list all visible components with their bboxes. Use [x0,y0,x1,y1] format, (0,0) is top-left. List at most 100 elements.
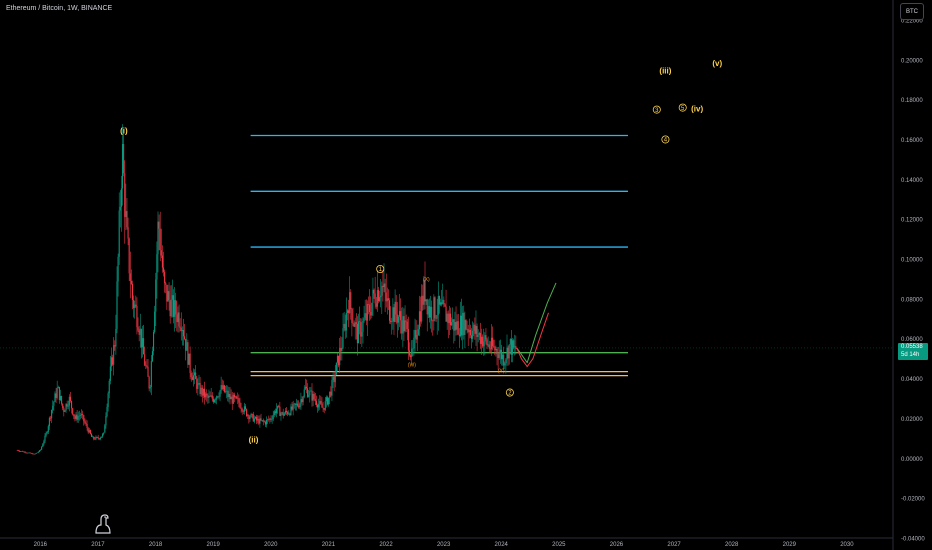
candle-body [238,398,240,403]
candle-body [284,410,286,414]
subwave-label: (W) [408,363,416,369]
last-price-tag: 0.05538 5d 14h [898,343,928,360]
candle-body [329,391,331,398]
candle-body [72,408,74,415]
candle-body [381,285,383,296]
y-tick-label: 0.04000 [901,377,923,383]
candle-body [188,353,190,365]
candle-body [320,400,322,404]
candle-body [403,316,405,332]
candle-body [324,401,326,410]
candle-body [55,393,57,398]
candle-body [105,415,107,426]
candle-body [45,433,47,436]
candle-body [21,451,23,452]
candle-body [360,322,362,337]
candle-body [376,290,378,307]
candle-body [79,415,81,416]
candle-body [150,361,152,388]
candle-body [75,414,77,419]
x-tick-label: 2019 [206,542,220,548]
wave-label: (iii) [659,67,671,76]
candle-body [386,298,388,302]
candle-body [26,452,28,454]
y-tick-label: 0.18000 [901,98,923,104]
candle-body [387,298,389,301]
candle-body [299,403,301,408]
candle-body [346,310,349,313]
candle-body [171,295,173,300]
candle-body [458,334,460,337]
subwave-label: (X) [423,277,430,283]
candle-body [217,396,219,397]
candle-body [155,279,157,312]
candle-body [216,396,218,400]
candle-body [389,300,391,321]
candle-body [473,324,475,331]
candle-body [363,318,365,321]
price-chart[interactable]: (i)(ii)(iii)(iv)(v)12345(X)(W)(Y) 2016 20… [0,0,932,550]
candle-body [293,403,295,405]
candle-body [416,334,418,340]
candle-body [184,336,186,339]
candle-body [492,337,494,347]
candle-body [515,346,517,350]
candle-body [134,304,136,309]
x-axis[interactable]: 2016 2017 2018 2019 2020 2021 2022 2023 2024 2025… [0,537,893,548]
candle-body [370,312,372,316]
candle-body [365,313,367,321]
x-tick-label: 2018 [149,542,163,548]
candle-body [137,327,139,331]
projection-paths [516,282,557,368]
candle-body [258,418,260,424]
candle-body [33,453,35,455]
candle-body [407,329,409,351]
candle-body [249,417,251,420]
y-tick-label: 0.02000 [901,417,923,423]
x-tick-label: 2030 [840,542,854,548]
candle-body [393,307,395,323]
candle-body [490,337,493,350]
candle-body [120,188,122,207]
candle-body [176,314,178,323]
candle-body [401,320,403,334]
candle-body [282,412,284,416]
candle-body [483,341,485,347]
candle-body [106,406,108,416]
candle-body [310,390,312,392]
candle-body [413,337,415,349]
candle-body [51,409,53,419]
candle-body [328,397,330,405]
candle-body [222,385,224,390]
candle-body [402,316,404,334]
currency-button[interactable]: BTC [900,3,924,20]
candle-body [305,386,308,389]
candle-body [309,390,311,396]
y-axis[interactable]: 0.220000.200000.180000.160000.140000.120… [892,0,925,550]
candle-body [126,211,128,228]
candle-body [219,390,221,397]
candle-body [124,173,126,217]
candle-body [35,453,37,454]
x-tick-label: 2028 [725,542,739,548]
candle-body [259,418,261,424]
candle-body [179,326,181,328]
candle-body [166,284,168,302]
candle-body [73,414,75,417]
candle-body [160,250,162,256]
candle-body [472,330,474,339]
candle-body [511,340,514,355]
candle-body [428,306,430,318]
candle-body [359,321,361,323]
candle-body [237,398,239,399]
candle-body [198,382,200,384]
candle-body [356,323,358,344]
candle-body [453,319,455,331]
candle-body [86,424,88,429]
candle-body [43,441,45,445]
candle-body [274,411,276,414]
candle-body [180,327,182,332]
tradingview-logo-icon[interactable] [93,513,113,535]
candle-body [467,328,469,333]
candle-body [394,301,396,323]
